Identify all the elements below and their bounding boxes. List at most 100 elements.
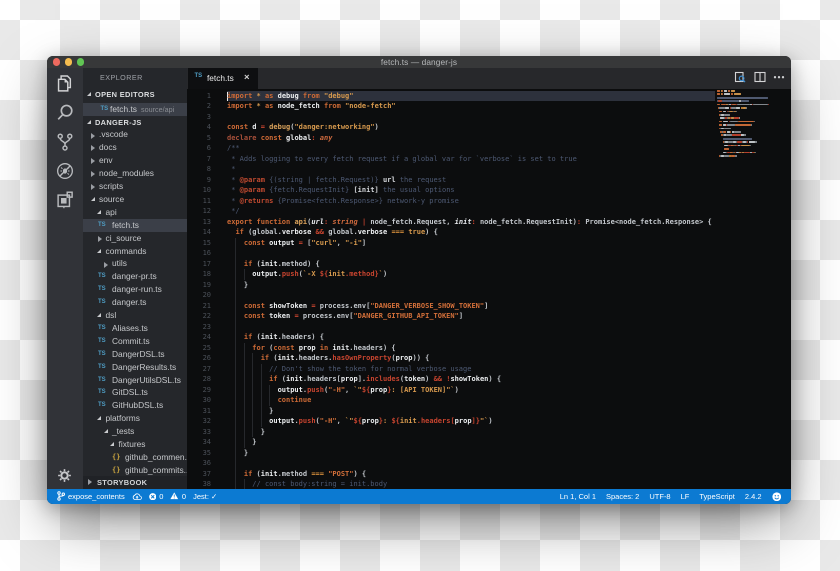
tree-item-docs[interactable]: docs bbox=[83, 141, 187, 154]
activity-bar-files-icon[interactable] bbox=[55, 74, 75, 94]
code-line-22[interactable]: const token = process.env["DANGER_GITHUB… bbox=[227, 311, 463, 321]
tree-item-commands[interactable]: commands bbox=[83, 245, 187, 258]
status-lf[interactable]: LF bbox=[681, 492, 690, 501]
gear-icon[interactable] bbox=[57, 468, 71, 482]
tree-item-danger-run-ts[interactable]: TS danger-run.ts bbox=[83, 283, 187, 296]
tree-item-github_commen-[interactable]: {} github_commen.. bbox=[83, 451, 187, 464]
code-editor[interactable]: 1 import * as debug from "debug" 2 import *… bbox=[187, 88, 791, 489]
more-actions-icon[interactable] bbox=[773, 71, 785, 85]
tree-item-platforms[interactable]: platforms bbox=[83, 412, 187, 425]
code-line-34[interactable]: } bbox=[227, 437, 256, 447]
code-line-25[interactable]: for (const prop in init.headers) { bbox=[227, 343, 395, 353]
code-line-18[interactable]: output.push(`-X ${init.method}`) bbox=[227, 269, 387, 279]
tree-item-commit-ts[interactable]: TS Commit.ts bbox=[83, 335, 187, 348]
code-line-15[interactable]: const output = ["curl", "-i"] bbox=[227, 238, 366, 248]
code-line-6[interactable]: /** bbox=[227, 143, 240, 153]
tree-item-api[interactable]: api bbox=[83, 206, 187, 219]
activity-bar-source-control-icon[interactable] bbox=[55, 132, 75, 152]
code-line-19[interactable]: } bbox=[227, 280, 248, 290]
status-cloud-upload-icon[interactable] bbox=[132, 492, 142, 501]
tree-item-scripts[interactable]: scripts bbox=[83, 180, 187, 193]
tree-item-fetch-ts[interactable]: TS fetch.ts bbox=[83, 218, 187, 232]
code-token: init bbox=[454, 217, 472, 226]
typescript-file-icon: TS bbox=[98, 337, 106, 344]
open-editor-item-fetch-ts[interactable]: TS fetch.ts source/api bbox=[83, 102, 187, 116]
code-line-9[interactable]: * @param {(string | fetch.Request)} url … bbox=[227, 175, 446, 185]
code-line-13[interactable]: export function api(url: string | node_f… bbox=[227, 217, 712, 227]
minimap[interactable] bbox=[714, 88, 791, 489]
status-2-4-2[interactable]: 2.4.2 bbox=[745, 492, 762, 501]
tree-item-node_modules[interactable]: node_modules bbox=[83, 167, 187, 180]
activity-bar-debug-icon[interactable] bbox=[55, 161, 75, 181]
tree-item-dangerresults-ts[interactable]: TS DangerResults.ts bbox=[83, 361, 187, 374]
code-line-21[interactable]: const showToken = process.env["DANGER_VE… bbox=[227, 301, 488, 311]
tree-item-label: api bbox=[105, 206, 117, 217]
code-line-1[interactable]: import * as debug from "debug" bbox=[227, 91, 354, 101]
code-line-33[interactable]: } bbox=[227, 427, 265, 437]
code-line-5[interactable]: declare const global: any bbox=[227, 133, 332, 143]
status-utf-8[interactable]: UTF-8 bbox=[649, 492, 670, 501]
code-line-12[interactable]: */ bbox=[227, 206, 239, 216]
tree-item-ci_source[interactable]: ci_source bbox=[83, 232, 187, 245]
code-line-2[interactable]: import * as node_fetch from "node-fetch" bbox=[227, 101, 396, 111]
status-warning-icon[interactable]: 0 bbox=[170, 492, 186, 501]
status-ln-1-col-1[interactable]: Ln 1, Col 1 bbox=[560, 492, 596, 501]
code-token: from bbox=[302, 91, 320, 100]
code-line-37[interactable]: if (init.method === "POST") { bbox=[227, 469, 366, 479]
code-line-38[interactable]: // const body:string = init.body bbox=[227, 479, 387, 489]
tree-item--vscode[interactable]: .vscode bbox=[83, 128, 187, 141]
code-line-35[interactable]: } bbox=[227, 448, 248, 458]
code-line-32[interactable]: output.push("-H", `"${prop}: ${init.head… bbox=[227, 416, 492, 426]
close-tab-icon[interactable]: × bbox=[244, 72, 250, 83]
tree-item-fixtures[interactable]: fixtures bbox=[83, 438, 187, 451]
status-error-icon[interactable]: 0 bbox=[148, 492, 163, 501]
code-line-26[interactable]: if (init.headers.hasOwnProperty(prop)) { bbox=[227, 353, 430, 363]
status-jest-[interactable]: Jest: ✓ bbox=[193, 492, 217, 501]
minimap-mark bbox=[735, 107, 741, 109]
tree-item-github_commits-[interactable]: {} github_commits.. bbox=[83, 464, 187, 477]
activity-bar-extensions-icon[interactable] bbox=[55, 190, 75, 210]
title-bar[interactable]: fetch.ts — danger-js bbox=[47, 55, 791, 68]
tree-item-utils[interactable]: utils bbox=[83, 257, 187, 270]
code-line-11[interactable]: * @returns {Promise<fetch.Response>} net… bbox=[227, 196, 459, 206]
code-line-28[interactable]: if (init.headers[prop].includes(token) &… bbox=[227, 374, 501, 384]
status-spaces-2[interactable]: Spaces: 2 bbox=[606, 492, 639, 501]
chevron-expanded-icon bbox=[97, 248, 101, 253]
status-git-branch-icon[interactable]: expose_contents bbox=[57, 491, 125, 501]
code-line-4[interactable]: const d = debug("danger:networking") bbox=[227, 122, 379, 132]
section-open-editors[interactable]: OPEN EDITORS bbox=[83, 88, 187, 101]
tree-item-source[interactable]: source bbox=[83, 193, 187, 206]
code-line-17[interactable]: if (init.method) { bbox=[227, 259, 320, 269]
tree-item-env[interactable]: env bbox=[83, 154, 187, 167]
section-danger-js[interactable]: DANGER-JS bbox=[83, 116, 187, 129]
code-line-30[interactable]: continue bbox=[227, 395, 312, 405]
tree-item-githubdsl-ts[interactable]: TS GitHubDSL.ts bbox=[83, 399, 187, 412]
line-number: 22 bbox=[202, 312, 211, 321]
tree-item-_tests[interactable]: _tests bbox=[83, 425, 187, 438]
status-typescript[interactable]: TypeScript bbox=[699, 492, 734, 501]
tree-item-danger-pr-ts[interactable]: TS danger-pr.ts bbox=[83, 270, 187, 283]
code-line-14[interactable]: if (global.verbose && global.verbose ===… bbox=[227, 227, 437, 237]
tree-item-gitdsl-ts[interactable]: TS GitDSL.ts bbox=[83, 386, 187, 399]
section-storybook[interactable]: STORYBOOK bbox=[83, 476, 187, 489]
tree-item-dsl[interactable]: dsl bbox=[83, 309, 187, 322]
activity-bar-search-icon[interactable] bbox=[55, 103, 75, 123]
code-token: .method) { bbox=[277, 259, 320, 268]
code-line-31[interactable]: } bbox=[227, 406, 273, 416]
tab-fetch-ts[interactable]: TS fetch.ts × bbox=[188, 68, 258, 89]
tree-item-aliases-ts[interactable]: TS Aliases.ts bbox=[83, 322, 187, 335]
code-line-27[interactable]: // Don't show the token for normal verbo… bbox=[227, 364, 471, 374]
code-line-29[interactable]: output.push("-H", `"${prop}: [API TOKEN]… bbox=[227, 385, 459, 395]
open-preview-icon[interactable] bbox=[734, 71, 746, 85]
code-line-8[interactable]: * bbox=[227, 164, 235, 174]
tree-item-danger-ts[interactable]: TS danger.ts bbox=[83, 296, 187, 309]
status-smiley-icon[interactable] bbox=[771, 491, 782, 502]
split-editor-icon[interactable] bbox=[753, 71, 766, 85]
code-line-24[interactable]: if (init.headers) { bbox=[227, 332, 324, 342]
code-line-7[interactable]: * Adds logging to every fetch request if… bbox=[227, 154, 577, 164]
tree-item-dangerdsl-ts[interactable]: TS DangerDSL.ts bbox=[83, 348, 187, 361]
minimap-mark bbox=[723, 113, 731, 116]
tree-item-dangerutilsdsl-ts[interactable]: TS DangerUtilsDSL.ts bbox=[83, 374, 187, 387]
code-line-10[interactable]: * @param {fetch.RequestInit} [init] the … bbox=[227, 185, 454, 195]
minimap-mark bbox=[722, 100, 740, 102]
